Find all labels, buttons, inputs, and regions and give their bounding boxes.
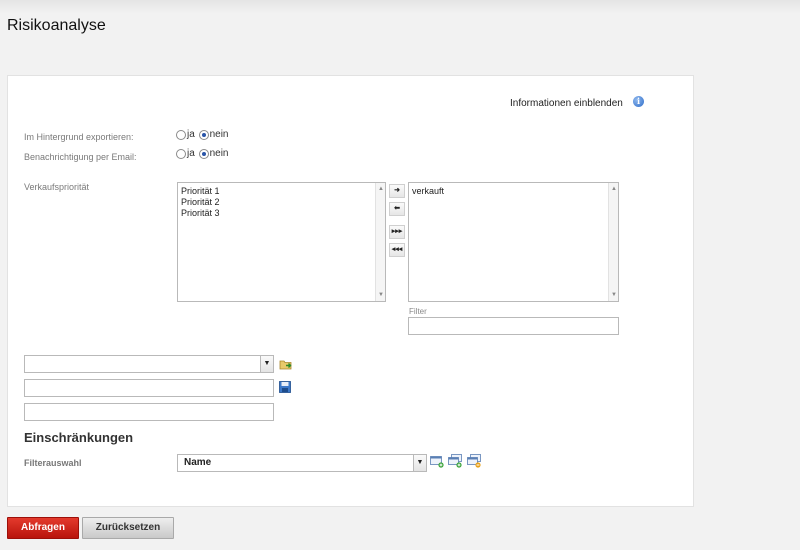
- query-name-input[interactable]: [24, 379, 274, 397]
- email-notification-no-radio[interactable]: [198, 148, 209, 159]
- filter-input[interactable]: [408, 317, 619, 335]
- radio-label-no: nein: [209, 129, 229, 140]
- selected-listbox-scrollbar[interactable]: ▲ ▼: [608, 183, 618, 301]
- add-filter-group-icon[interactable]: [448, 454, 463, 468]
- page-title: Risikoanalyse: [7, 17, 106, 34]
- background-export-yes-radio[interactable]: [176, 129, 186, 140]
- query-description-input[interactable]: [24, 403, 274, 421]
- list-item[interactable]: Priorität 1: [181, 186, 220, 197]
- available-priority-items: Priorität 1 Priorität 2 Priorität 3: [181, 186, 220, 219]
- info-icon[interactable]: i: [633, 96, 644, 107]
- list-item[interactable]: Priorität 2: [181, 197, 220, 208]
- scroll-up-icon[interactable]: ▲: [609, 184, 619, 194]
- floppy-disk-icon[interactable]: [279, 381, 291, 393]
- background-export-no-radio[interactable]: [198, 129, 209, 140]
- saved-query-select[interactable]: ▼: [24, 355, 274, 373]
- list-item[interactable]: verkauft: [412, 186, 444, 197]
- folder-load-icon[interactable]: [279, 358, 293, 370]
- scroll-down-icon[interactable]: ▼: [376, 290, 386, 300]
- restrictions-title: Einschränkungen: [24, 430, 134, 445]
- email-notification-radio-group: ja nein: [176, 148, 229, 159]
- add-filter-icon[interactable]: [430, 455, 444, 468]
- available-priority-listbox[interactable]: Priorität 1 Priorität 2 Priorität 3 ▲ ▼: [177, 182, 386, 302]
- move-left-button[interactable]: ⬅: [389, 202, 405, 216]
- selected-priority-items: verkauft: [412, 186, 444, 197]
- filter-selection-value: Name: [184, 457, 212, 468]
- remove-filter-icon[interactable]: [467, 454, 482, 468]
- list-item[interactable]: Priorität 3: [181, 208, 220, 219]
- filter-selection-select[interactable]: Name ▼: [177, 454, 427, 472]
- chevron-down-icon[interactable]: ▼: [260, 356, 273, 372]
- filter-label: Filter: [409, 307, 427, 316]
- scroll-down-icon[interactable]: ▼: [609, 290, 619, 300]
- submit-query-button[interactable]: Abfragen: [7, 517, 79, 539]
- radio-label-yes: ja: [187, 129, 195, 140]
- move-all-left-button[interactable]: ◂◂◂: [389, 243, 405, 257]
- sales-priority-label: Verkaufspriorität: [24, 182, 90, 192]
- move-right-button[interactable]: ➜: [389, 184, 405, 198]
- selected-priority-listbox[interactable]: verkauft ▲ ▼: [408, 182, 619, 302]
- radio-label-yes: ja: [187, 148, 195, 159]
- available-listbox-scrollbar[interactable]: ▲ ▼: [375, 183, 385, 301]
- query-panel: Informationen einblenden i Im Hintergrun…: [7, 75, 694, 507]
- reset-button[interactable]: Zurücksetzen: [82, 517, 174, 539]
- top-bar: [0, 0, 800, 14]
- email-notification-yes-radio[interactable]: [176, 148, 186, 159]
- scroll-up-icon[interactable]: ▲: [376, 184, 386, 194]
- radio-label-no: nein: [209, 148, 229, 159]
- email-notification-label: Benachrichtigung per Email:: [24, 152, 137, 162]
- move-all-right-button[interactable]: ▸▸▸: [389, 225, 405, 239]
- chevron-down-icon[interactable]: ▼: [413, 455, 426, 471]
- background-export-radio-group: ja nein: [176, 129, 229, 140]
- background-export-label: Im Hintergrund exportieren:: [24, 132, 134, 142]
- info-toggle-label[interactable]: Informationen einblenden: [510, 98, 623, 109]
- filter-selection-label: Filterauswahl: [24, 458, 82, 468]
